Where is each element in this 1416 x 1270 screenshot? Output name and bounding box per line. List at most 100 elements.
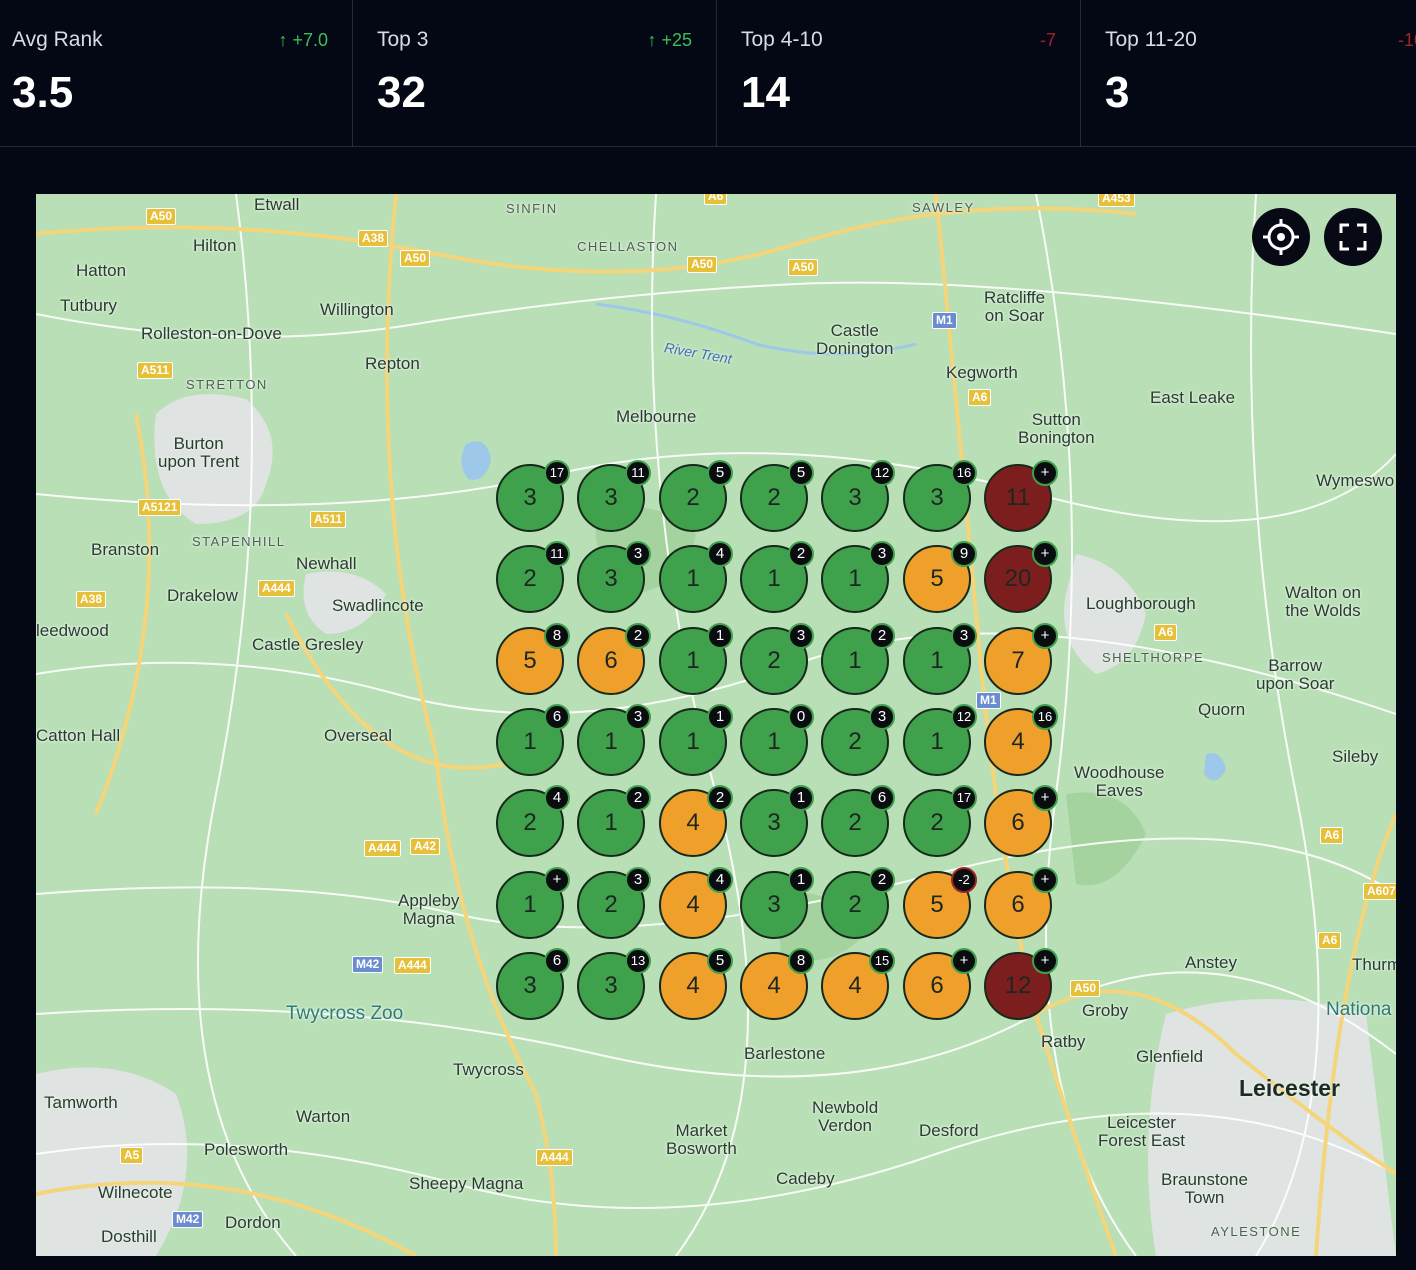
rank-pin[interactable]: 3 12 [821,460,895,532]
road-shield: A50 [687,256,718,273]
rank-pin[interactable]: 5 -2 [903,867,977,939]
rank-value: 3 [848,484,862,511]
rank-change-badge: 6 [544,704,570,730]
rank-pin[interactable]: 3 17 [496,460,570,532]
rank-pin[interactable]: 12 [740,541,814,613]
road-shield: A50 [1070,980,1101,997]
road-shield: M42 [352,956,384,973]
rank-value: 3 [930,484,944,511]
rank-pin[interactable]: 13 [903,623,977,695]
rank-pin[interactable]: 11 [659,704,733,776]
rank-pin[interactable]: 16 [496,704,570,776]
rank-pin[interactable]: 6 + [903,948,977,1020]
rank-value: 5 [930,891,944,918]
road-shield: A511 [137,362,174,379]
road-shield: A444 [536,1149,573,1166]
rank-change-badge: -2 [951,867,977,893]
rank-pin[interactable]: 48 [740,948,814,1020]
fullscreen-icon [1339,223,1367,251]
rank-pin[interactable]: 20 + [984,541,1058,613]
stat-value: 3.5 [12,68,74,117]
rank-pin[interactable]: 13 [821,541,895,613]
rank-pin[interactable]: 4 16 [984,704,1058,776]
rank-pin[interactable]: 25 [740,460,814,532]
rank-value: 11 [1005,484,1031,511]
rank-pin[interactable]: 22 [821,867,895,939]
rank-pin[interactable]: 11 + [984,460,1058,532]
rank-pin[interactable]: 36 [496,948,570,1020]
stat-label: Top 11-20 [1105,28,1197,51]
rank-pin[interactable]: 1 12 [903,704,977,776]
map-place-label: Thurm [1352,955,1396,974]
rank-change-badge: 1 [788,867,814,893]
map-place-label: Hilton [193,236,237,255]
rank-pin[interactable]: 23 [577,867,651,939]
rank-change-badge: 1 [707,623,733,649]
rank-pin[interactable]: 31 [740,785,814,857]
locate-button[interactable] [1252,208,1310,266]
road-shield: A38 [76,591,107,608]
rank-pin[interactable]: 42 [659,785,733,857]
map-place-label: leedwood [36,621,109,640]
rank-change-badge: 3 [951,623,977,649]
road-shield: A50 [146,208,177,225]
rank-pin[interactable]: 3 13 [577,948,651,1020]
rank-value: 1 [686,565,700,592]
rank-pin[interactable]: 2 11 [496,541,570,613]
rank-pin[interactable]: 3 16 [903,460,977,532]
rank-value: 2 [767,484,781,511]
rank-value: 4 [686,972,700,999]
rank-change-badge: 4 [544,785,570,811]
rank-value: 2 [848,891,862,918]
map-place-label: Walton on the Wolds [1285,583,1361,620]
rank-pin[interactable]: 31 [740,867,814,939]
rank-pin[interactable]: 26 [821,785,895,857]
rank-pin[interactable]: 14 [659,541,733,613]
fullscreen-button[interactable] [1324,208,1382,266]
rank-pin[interactable]: 7 + [984,623,1058,695]
stats-bar: Avg Rank ↑ +7.0 3.5 Top 3 ↑ +25 32 Top 4… [0,0,1416,147]
rank-pin[interactable]: 10 [740,704,814,776]
rank-pin[interactable]: 2 17 [903,785,977,857]
road-shield: A6 [1320,827,1344,844]
rank-change-badge: 2 [707,785,733,811]
rank-pin[interactable]: 23 [821,704,895,776]
rank-change-badge: 5 [707,460,733,486]
rank-pin[interactable]: 6 + [984,867,1058,939]
rank-value: 4 [1011,728,1025,755]
map-place-label: Leicester [1239,1075,1341,1101]
map-place-label: Groby [1082,1001,1129,1020]
rank-value: 4 [686,891,700,918]
rank-value: 2 [604,891,618,918]
rank-pin[interactable]: 23 [740,623,814,695]
rank-pin[interactable]: 1 + [496,867,570,939]
map-place-label: Repton [365,354,420,373]
rank-pin[interactable]: 33 [577,541,651,613]
map-place-label: Desford [919,1121,979,1140]
rank-pin[interactable]: 3 11 [577,460,651,532]
rank-pin[interactable]: 12 [577,785,651,857]
rank-pin[interactable]: 58 [496,623,570,695]
rank-change-badge: 15 [869,948,895,974]
rank-value: 1 [848,565,862,592]
rank-pin[interactable]: 13 [577,704,651,776]
rank-value: 1 [523,891,537,918]
rank-pin[interactable]: 4 15 [821,948,895,1020]
rank-value: 7 [1011,647,1025,674]
rank-pin[interactable]: 11 [659,623,733,695]
rank-pin[interactable]: 62 [577,623,651,695]
map-place-label: Anstey [1185,953,1237,972]
rank-pin[interactable]: 44 [659,867,733,939]
map-canvas[interactable]: Etwall SINFIN SAWLEY Hilton CHELLASTON Hatton… [36,194,1396,1256]
rank-pin[interactable]: 59 [903,541,977,613]
rank-change-badge: + [951,948,977,974]
road-shield: A6 [1318,932,1342,949]
rank-pin[interactable]: 45 [659,948,733,1020]
rank-change-badge: 3 [625,867,651,893]
rank-pin[interactable]: 6 + [984,785,1058,857]
rank-pin[interactable]: 12 [821,623,895,695]
rank-value: 4 [767,972,781,999]
rank-pin[interactable]: 25 [659,460,733,532]
rank-pin[interactable]: 12 + [984,948,1058,1020]
rank-pin[interactable]: 24 [496,785,570,857]
